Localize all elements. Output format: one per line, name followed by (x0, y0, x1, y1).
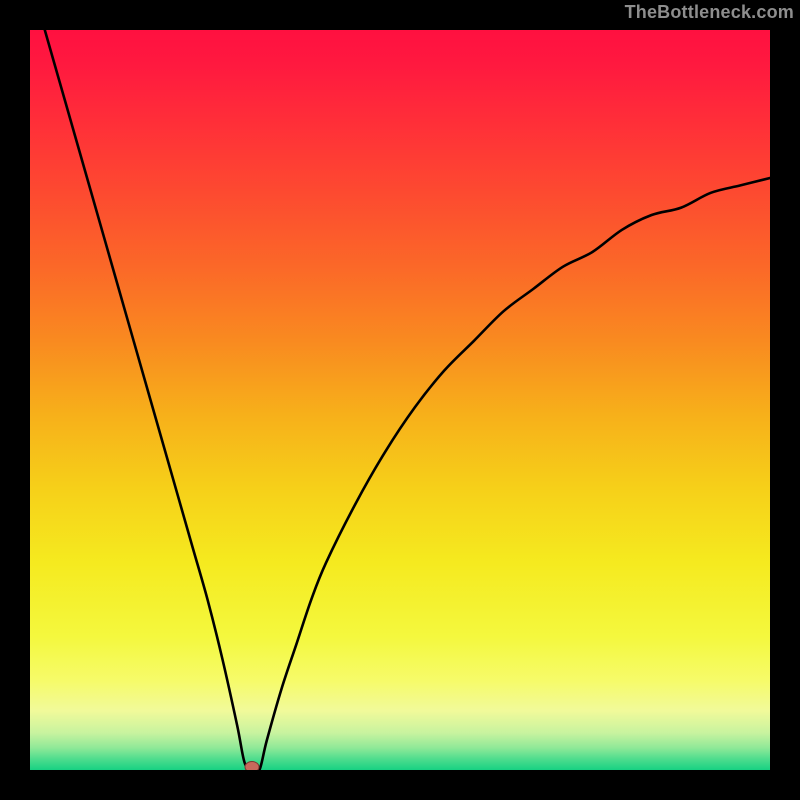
marker-dot (245, 762, 259, 771)
chart-curve-svg (30, 30, 770, 770)
bottleneck-curve (45, 30, 770, 770)
chart-frame: TheBottleneck.com (0, 0, 800, 800)
watermark-text: TheBottleneck.com (625, 2, 794, 23)
